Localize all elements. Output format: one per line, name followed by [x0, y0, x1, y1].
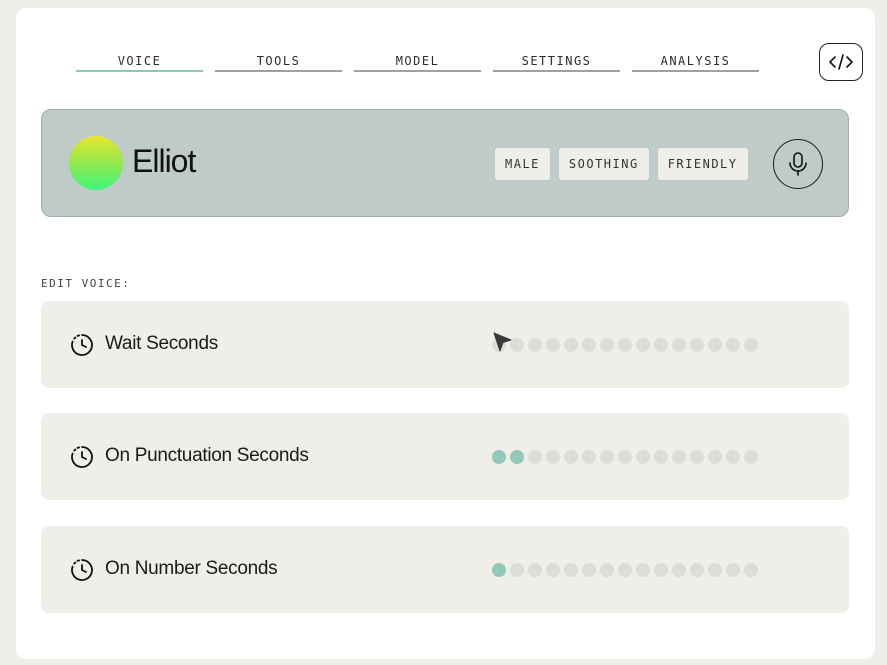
- slider-step-dot[interactable]: [744, 450, 758, 464]
- slider-step-dot[interactable]: [546, 338, 560, 352]
- tab-analysis[interactable]: ANALYSIS: [632, 52, 759, 72]
- slider-step-dot[interactable]: [546, 563, 560, 577]
- setting-row-on-punctuation-seconds: On Punctuation Seconds: [41, 413, 849, 500]
- timer-icon: [71, 559, 93, 581]
- on-punctuation-seconds-slider[interactable]: [492, 450, 758, 464]
- slider-step-dot[interactable]: [582, 338, 596, 352]
- slider-step-dot[interactable]: [690, 563, 704, 577]
- slider-step-dot[interactable]: [600, 563, 614, 577]
- edit-voice-label: EDIT VOICE:: [41, 277, 131, 290]
- slider-step-dot[interactable]: [636, 338, 650, 352]
- code-button[interactable]: [819, 43, 863, 81]
- slider-step-dot[interactable]: [708, 338, 722, 352]
- pointer-cursor-icon: [493, 332, 512, 352]
- slider-step-dot[interactable]: [546, 450, 560, 464]
- slider-step-dot[interactable]: [564, 450, 578, 464]
- tab-settings[interactable]: SETTINGS: [493, 52, 620, 72]
- slider-step-dot[interactable]: [618, 563, 632, 577]
- slider-step-dot[interactable]: [528, 450, 542, 464]
- slider-step-dot[interactable]: [492, 563, 506, 577]
- slider-step-dot[interactable]: [672, 450, 686, 464]
- tab-bar: VOICE TOOLS MODEL SETTINGS ANALYSIS: [76, 52, 759, 72]
- slider-step-dot[interactable]: [744, 338, 758, 352]
- tab-voice[interactable]: VOICE: [76, 52, 203, 72]
- slider-step-dot[interactable]: [690, 338, 704, 352]
- microphone-icon: [789, 152, 807, 176]
- main-panel: VOICE TOOLS MODEL SETTINGS ANALYSIS Elli…: [16, 8, 875, 659]
- slider-step-dot[interactable]: [636, 450, 650, 464]
- tab-model[interactable]: MODEL: [354, 52, 481, 72]
- slider-step-dot[interactable]: [618, 450, 632, 464]
- slider-step-dot[interactable]: [564, 563, 578, 577]
- slider-step-dot[interactable]: [672, 563, 686, 577]
- setting-row-wait-seconds: Wait Seconds: [41, 301, 849, 388]
- setting-label: On Punctuation Seconds: [105, 445, 309, 466]
- slider-step-dot[interactable]: [654, 450, 668, 464]
- slider-step-dot[interactable]: [528, 563, 542, 577]
- tag-soothing: SOOTHING: [558, 148, 649, 180]
- slider-step-dot[interactable]: [600, 338, 614, 352]
- slider-step-dot[interactable]: [726, 563, 740, 577]
- timer-icon: [71, 446, 93, 468]
- wait-seconds-slider[interactable]: [492, 338, 758, 352]
- code-icon: [829, 54, 853, 70]
- slider-step-dot[interactable]: [744, 563, 758, 577]
- slider-step-dot[interactable]: [618, 338, 632, 352]
- slider-step-dot[interactable]: [510, 450, 524, 464]
- on-number-seconds-slider[interactable]: [492, 563, 758, 577]
- slider-step-dot[interactable]: [708, 450, 722, 464]
- slider-step-dot[interactable]: [726, 450, 740, 464]
- slider-step-dot[interactable]: [672, 338, 686, 352]
- slider-step-dot[interactable]: [528, 338, 542, 352]
- slider-step-dot[interactable]: [564, 338, 578, 352]
- slider-step-dot[interactable]: [510, 563, 524, 577]
- slider-step-dot[interactable]: [582, 563, 596, 577]
- voice-name: Elliot: [132, 143, 196, 179]
- voice-avatar: [69, 136, 123, 190]
- voice-tags: MALE SOOTHING FRIENDLY: [495, 148, 748, 180]
- tag-male: MALE: [495, 148, 550, 180]
- slider-step-dot[interactable]: [708, 563, 722, 577]
- slider-step-dot[interactable]: [492, 450, 506, 464]
- tag-friendly: FRIENDLY: [657, 148, 748, 180]
- setting-row-on-number-seconds: On Number Seconds: [41, 526, 849, 613]
- voice-header: Elliot MALE SOOTHING FRIENDLY: [41, 109, 849, 217]
- timer-icon: [71, 334, 93, 356]
- slider-step-dot[interactable]: [690, 450, 704, 464]
- microphone-button[interactable]: [773, 139, 823, 189]
- setting-label: On Number Seconds: [105, 558, 278, 579]
- setting-label: Wait Seconds: [105, 333, 218, 354]
- slider-step-dot[interactable]: [654, 338, 668, 352]
- slider-step-dot[interactable]: [726, 338, 740, 352]
- tab-tools[interactable]: TOOLS: [215, 52, 342, 72]
- slider-step-dot[interactable]: [654, 563, 668, 577]
- slider-step-dot[interactable]: [636, 563, 650, 577]
- slider-step-dot[interactable]: [600, 450, 614, 464]
- slider-step-dot[interactable]: [582, 450, 596, 464]
